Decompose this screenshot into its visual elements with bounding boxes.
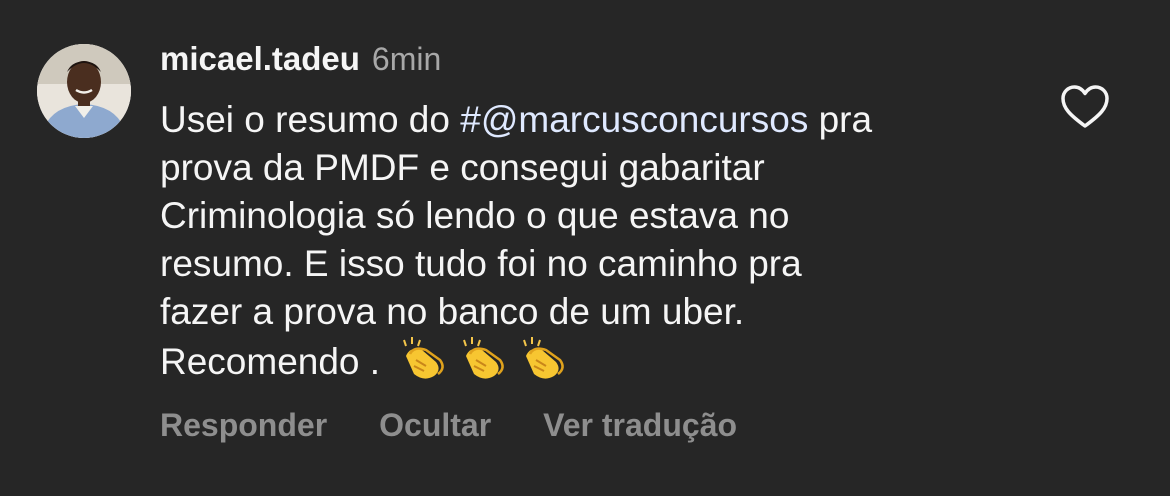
mention-link[interactable]: #@marcusconcursos <box>460 99 808 140</box>
timestamp: 6min <box>371 41 442 77</box>
heart-outline-icon[interactable] <box>1060 84 1110 130</box>
text-segment: Recomendo . <box>160 341 391 382</box>
comment-header: micael.tadeu 6min <box>160 40 441 88</box>
avatar[interactable] <box>37 44 131 138</box>
comment-line: fazer a prova no banco de um uber. <box>160 291 745 332</box>
translate-button[interactable]: Ver tradução <box>543 407 737 444</box>
comment-line: Recomendo . 👏👏👏 <box>160 336 1040 384</box>
comment-text: Usei o resumo do #@marcusconcursos pra p… <box>160 96 1040 384</box>
comment-actions: Responder Ocultar Ver tradução <box>160 407 737 444</box>
username[interactable]: micael.tadeu <box>160 40 360 78</box>
comment-line: Criminologia só lendo o que estava no <box>160 195 790 236</box>
avatar-image <box>37 44 131 138</box>
comment-line: prova da PMDF e consegui gabaritar <box>160 147 765 188</box>
clapping-hands-icon <box>463 337 505 379</box>
comment-line: Usei o resumo do #@marcusconcursos pra <box>160 96 1040 144</box>
comment-item: micael.tadeu 6min Usei o resumo do #@mar… <box>0 0 1170 496</box>
clapping-hands-icon <box>523 337 565 379</box>
text-segment: pra <box>808 99 873 140</box>
clapping-hands-icon <box>403 337 445 379</box>
text-segment: Usei o resumo do <box>160 99 461 140</box>
hide-button[interactable]: Ocultar <box>379 407 491 444</box>
reply-button[interactable]: Responder <box>160 407 327 444</box>
comment-line: resumo. E isso tudo foi no caminho pra <box>160 243 802 284</box>
